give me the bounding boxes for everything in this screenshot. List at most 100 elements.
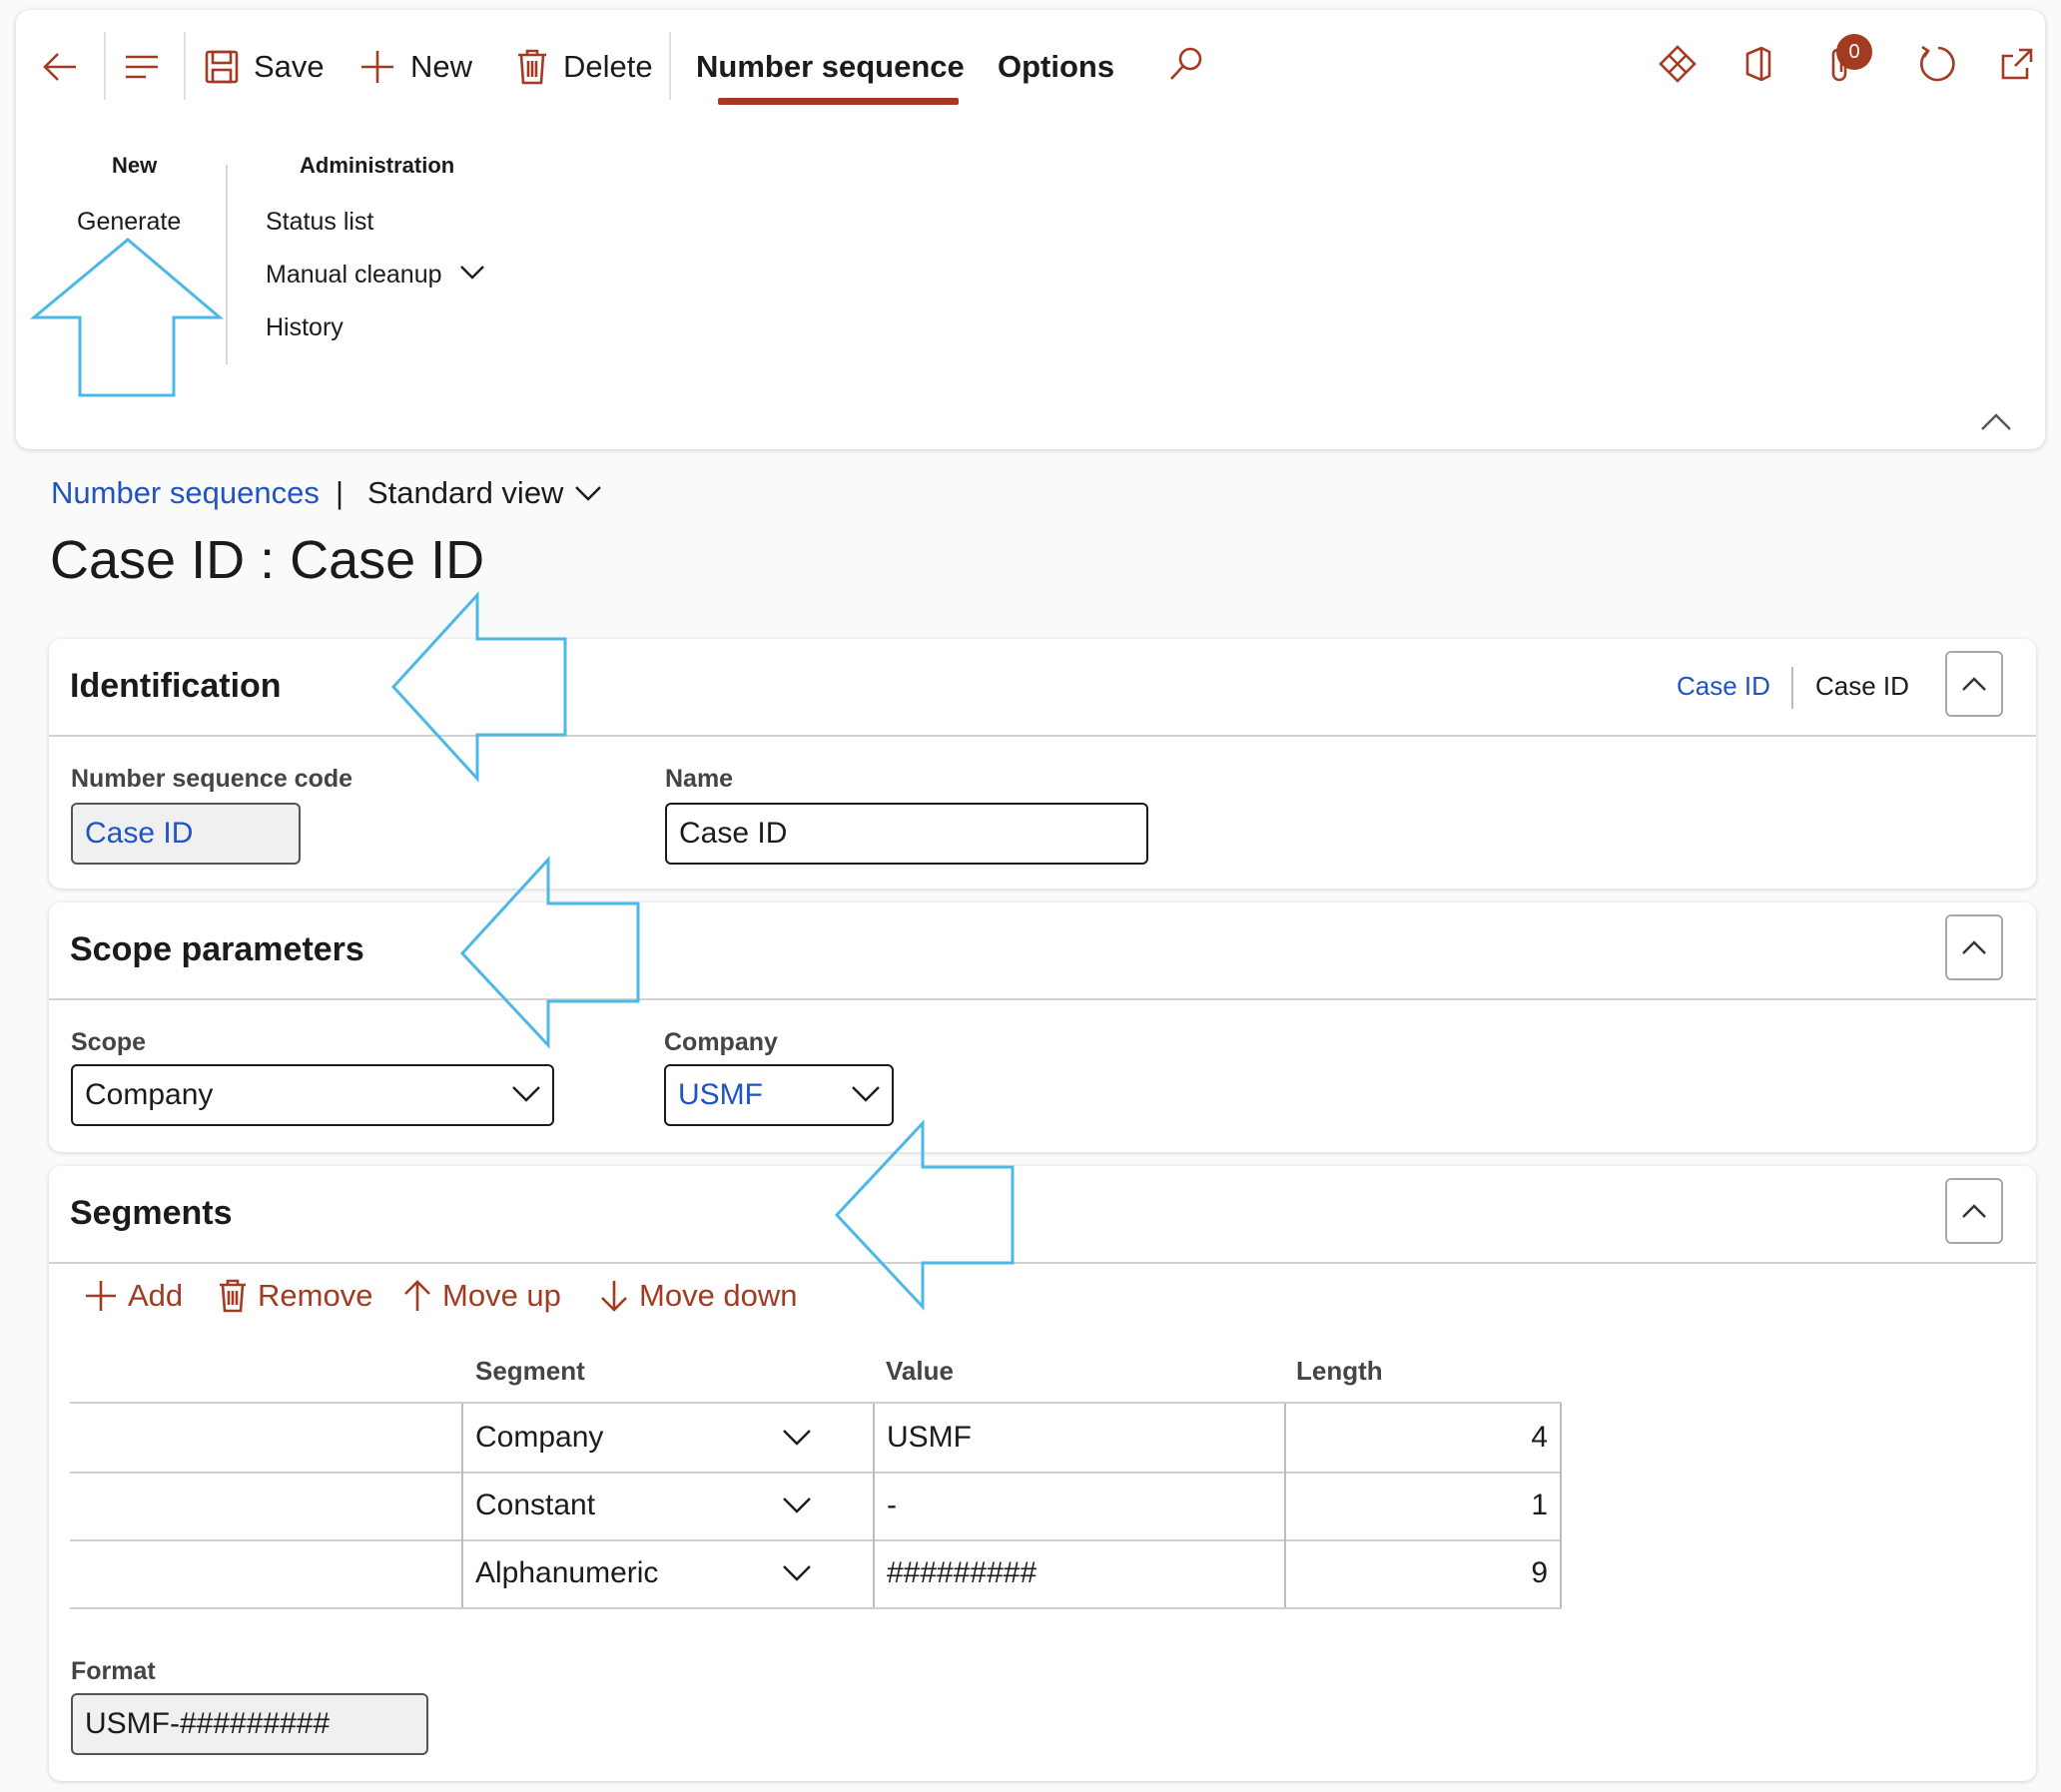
search-button[interactable] <box>1162 40 1210 88</box>
refresh-icon <box>1920 45 1955 82</box>
segment-length-cell: 1 <box>1284 1472 1562 1539</box>
breadcrumb-separator: | <box>336 475 344 510</box>
delete-label: Delete <box>563 49 653 84</box>
tab-options[interactable]: Options <box>998 34 1114 100</box>
segment-type-select[interactable]: Company <box>461 1404 873 1472</box>
column-header-segment[interactable]: Segment <box>475 1356 585 1387</box>
chevron-down-icon <box>783 1565 811 1581</box>
segment-value-cell[interactable]: - <box>873 1472 1284 1539</box>
power-apps-button[interactable] <box>1654 40 1702 88</box>
popout-icon <box>2001 48 2033 80</box>
trash-icon <box>518 49 546 85</box>
column-header-value[interactable]: Value <box>886 1356 954 1387</box>
identification-summary-code: Case ID <box>1677 671 1770 701</box>
toolbar-divider <box>184 32 186 100</box>
office-button[interactable] <box>1733 40 1781 88</box>
collapse-ribbon-icon[interactable] <box>1979 411 2013 433</box>
identification-summary-name: Case ID <box>1815 671 1909 701</box>
segments-collapse-button[interactable] <box>1945 1178 2003 1244</box>
move-down-label: Move down <box>639 1278 798 1313</box>
name-label: Name <box>665 765 734 793</box>
column-header-length[interactable]: Length <box>1296 1356 1383 1387</box>
segment-value-cell[interactable]: ######### <box>873 1539 1284 1607</box>
company-select[interactable]: USMF <box>664 1064 894 1126</box>
toolbar-divider <box>104 32 106 100</box>
scope-select[interactable]: Company <box>71 1064 554 1126</box>
back-arrow-icon <box>43 53 76 81</box>
hamburger-icon <box>126 55 158 79</box>
chevron-up-icon <box>1962 1204 1986 1218</box>
new-label: New <box>410 49 473 84</box>
company-select-value: USMF <box>678 1078 763 1111</box>
manual-cleanup-label: Manual cleanup <box>266 261 442 289</box>
segment-type-value: Alphanumeric <box>475 1556 659 1589</box>
segments-title: Segments <box>70 1194 233 1232</box>
segment-type-select[interactable]: Alphanumeric <box>461 1539 873 1607</box>
plus-icon <box>361 51 393 83</box>
new-button[interactable]: New <box>358 34 472 100</box>
identification-header[interactable]: Identification Case ID Case ID <box>49 639 2036 737</box>
delete-button[interactable]: Delete <box>515 34 653 100</box>
segment-type-value: Constant <box>475 1489 596 1521</box>
segment-type-select[interactable]: Constant <box>461 1472 873 1539</box>
view-selector-label: Standard view <box>367 475 564 510</box>
page-title: Case ID : Case ID <box>50 530 485 590</box>
chevron-down-icon <box>783 1497 811 1513</box>
scope-parameters-title: Scope parameters <box>70 930 364 968</box>
add-segment-button[interactable]: Add <box>84 1278 183 1314</box>
office-icon <box>1745 46 1771 82</box>
ribbon-group-new-title: New <box>112 153 158 178</box>
action-pane: Save New Delete Number sequence Options … <box>16 10 2045 449</box>
save-label: Save <box>254 49 325 84</box>
attachments-count-badge: 0 <box>1836 34 1872 70</box>
number-sequence-code-field[interactable]: Case ID <box>71 803 301 865</box>
segment-length-cell: 4 <box>1284 1404 1562 1472</box>
diamond-icon <box>1659 45 1697 83</box>
add-label: Add <box>128 1278 184 1313</box>
segments-header[interactable]: Segments <box>49 1166 2036 1264</box>
open-new-window-button[interactable] <box>1993 40 2041 88</box>
refresh-button[interactable] <box>1913 40 1961 88</box>
table-row[interactable]: Alphanumeric ######### 9 <box>70 1539 1562 1609</box>
identification-collapse-button[interactable] <box>1945 651 2003 717</box>
table-row[interactable]: Company USMF 4 <box>70 1402 1562 1474</box>
scope-parameters-section: Scope parameters Scope Company Company U… <box>49 902 2036 1152</box>
chevron-up-icon <box>1962 677 1986 691</box>
segment-type-value: Company <box>475 1421 604 1454</box>
segment-length-cell: 9 <box>1284 1539 1562 1607</box>
trash-icon <box>220 1279 246 1313</box>
chevron-down-icon <box>852 1086 880 1102</box>
segment-value-cell[interactable]: USMF <box>873 1404 1284 1472</box>
scope-parameters-header[interactable]: Scope parameters <box>49 902 2036 1000</box>
back-button[interactable] <box>38 34 82 100</box>
history-button[interactable]: History <box>266 313 344 342</box>
menu-button[interactable] <box>120 34 164 100</box>
ribbon-group-administration-title: Administration <box>300 153 455 178</box>
remove-segment-button[interactable]: Remove <box>218 1278 372 1314</box>
scope-select-value: Company <box>85 1078 214 1111</box>
identification-section: Identification Case ID Case ID Number se… <box>49 639 2036 889</box>
view-selector[interactable]: Standard view <box>367 475 603 511</box>
plus-icon <box>86 1281 116 1311</box>
chevron-down-icon <box>575 486 602 501</box>
move-up-label: Move up <box>442 1278 561 1313</box>
name-field[interactable]: Case ID <box>665 803 1148 865</box>
status-list-button[interactable]: Status list <box>266 208 373 237</box>
arrow-up-icon <box>404 1280 430 1311</box>
manual-cleanup-button[interactable]: Manual cleanup <box>266 261 486 290</box>
breadcrumb-number-sequences-link[interactable]: Number sequences <box>51 475 320 511</box>
move-down-button[interactable]: Move down <box>599 1278 798 1314</box>
toolbar-divider <box>669 32 671 100</box>
toolbar: Save New Delete Number sequence Options … <box>16 10 2045 120</box>
company-label: Company <box>664 1028 778 1056</box>
format-field: USMF-######### <box>71 1693 428 1755</box>
save-button[interactable]: Save <box>204 34 325 100</box>
table-row[interactable]: Constant - 1 <box>70 1472 1562 1541</box>
summary-divider <box>1791 667 1793 709</box>
save-icon <box>205 50 239 84</box>
arrow-down-icon <box>601 1281 627 1312</box>
tab-number-sequence[interactable]: Number sequence <box>696 34 965 100</box>
scope-parameters-collapse-button[interactable] <box>1945 914 2003 980</box>
move-up-button[interactable]: Move up <box>402 1278 561 1314</box>
generate-button[interactable]: Generate <box>77 208 181 237</box>
